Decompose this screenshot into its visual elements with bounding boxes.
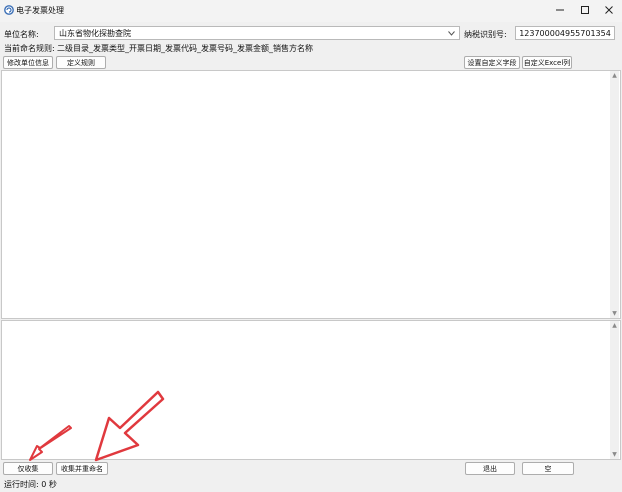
collect-and-rename-button[interactable]: 收集并重命名 (56, 462, 108, 475)
scroll-up-icon[interactable]: ▲ (610, 72, 619, 79)
scroll-down-icon[interactable]: ▼ (610, 310, 619, 317)
scroll-down-icon[interactable]: ▼ (610, 451, 619, 458)
minimize-icon[interactable] (552, 3, 568, 17)
title-bar: 电子发票处理 (0, 0, 622, 22)
collect-only-button[interactable]: 仅收集 (3, 462, 53, 475)
naming-rule-label: 当前命名规则: (4, 44, 55, 53)
naming-rule-value: 二级目录_发票类型_开票日期_发票代码_发票号码_发票金额_销售方名称 (57, 44, 313, 53)
exit-button[interactable]: 退出 (465, 462, 515, 475)
app-icon (4, 5, 14, 15)
lower-log-pane[interactable]: ▲ ▼ (1, 320, 621, 460)
tax-id-field[interactable]: 123700004955701354 (515, 26, 615, 40)
unit-name-select[interactable]: 山东省物化探勘查院 (54, 26, 460, 40)
window-title: 电子发票处理 (16, 6, 64, 15)
maximize-icon[interactable] (577, 3, 593, 17)
unit-name-value: 山东省物化探勘查院 (59, 28, 131, 38)
unit-name-label: 单位名称: (4, 30, 39, 39)
upper-scrollbar[interactable]: ▲ ▼ (610, 71, 619, 318)
runtime-status: 运行时间: 0 秒 (4, 480, 57, 489)
edit-unit-info-button[interactable]: 修改单位信息 (3, 56, 53, 69)
set-custom-fields-button[interactable]: 设置自定义字段 (464, 56, 520, 69)
blank-button[interactable]: 空 (522, 462, 574, 475)
define-rule-button[interactable]: 定义规则 (56, 56, 106, 69)
scroll-up-icon[interactable]: ▲ (610, 322, 619, 329)
lower-scrollbar[interactable]: ▲ ▼ (610, 321, 619, 459)
tax-id-value: 123700004955701354 (519, 28, 611, 38)
upper-list-pane[interactable]: ▲ ▼ (1, 70, 621, 319)
close-icon[interactable] (601, 3, 617, 17)
custom-excel-columns-button[interactable]: 自定义Excel列 (522, 56, 572, 69)
dropdown-chevron-icon (448, 31, 455, 36)
tax-id-label: 纳税识别号: (464, 30, 507, 39)
